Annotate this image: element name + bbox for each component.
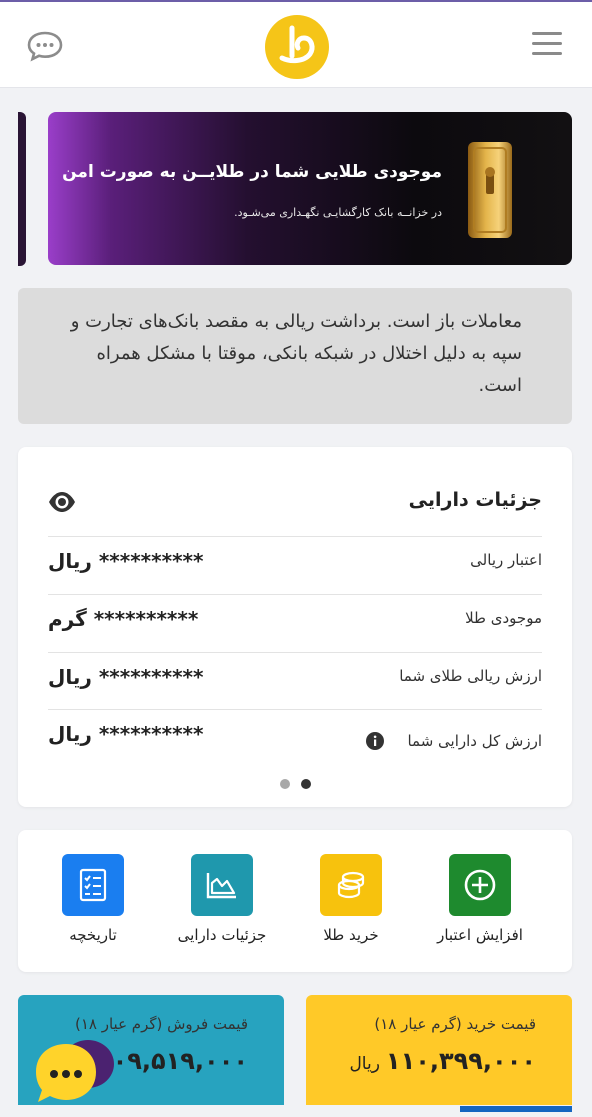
buy-price-amount: ۱۱۰,۳۹۹,۰۰۰ xyxy=(385,1047,536,1075)
plus-circle-icon xyxy=(449,854,511,916)
asset-row-gold-value: ارزش ریالی طلای شما ********** ریال xyxy=(48,652,542,709)
asset-row-value: ********** ریال xyxy=(48,665,204,689)
support-chat-icon[interactable] xyxy=(32,1034,116,1110)
action-label: جزئیات دارایی xyxy=(177,926,267,944)
buy-price-title: قیمت خرید (گرم عیار ۱۸) xyxy=(374,1015,536,1033)
list-icon xyxy=(62,854,124,916)
sell-price-value: ۱۰۹,۵۱۹,۰۰۰ xyxy=(97,1047,248,1075)
banner-slide-peek[interactable] xyxy=(18,112,26,266)
asset-row-value: ********** گرم xyxy=(48,607,199,631)
asset-row-gold-balance: موجودی طلا ********** گرم xyxy=(48,594,542,651)
banner-subtitle: در خزانــه بانک کارگشایـی نگهـداری می‌شـ… xyxy=(234,206,442,219)
notice-text: معاملات باز است. برداشت ریالی به مقصد با… xyxy=(70,311,522,396)
gold-logo-icon[interactable] xyxy=(264,14,330,80)
carousel-dot[interactable] xyxy=(280,779,290,789)
carousel-dots xyxy=(278,779,314,791)
buy-gold-button[interactable]: خرید طلا xyxy=(286,854,416,954)
hamburger-menu-icon[interactable] xyxy=(532,32,562,58)
buy-price-value: ۱۱۰,۳۹۹,۰۰۰ریال xyxy=(349,1047,536,1075)
gold-bar-image xyxy=(464,138,516,242)
quick-actions-card: افزایش اعتبار خرید طلا جزئیات دارایی تار… xyxy=(18,830,572,972)
buy-card-underline xyxy=(460,1106,572,1112)
increase-credit-button[interactable]: افزایش اعتبار xyxy=(415,854,545,954)
coins-icon xyxy=(320,854,382,916)
action-label: خرید طلا xyxy=(323,926,379,944)
asset-details-title: جزئیات دارایی xyxy=(408,489,542,511)
asset-row-value: ********** ریال xyxy=(48,549,204,573)
asset-row-value: ********** ریال xyxy=(48,722,204,746)
buy-price-unit: ریال xyxy=(349,1054,380,1074)
chat-bubble-icon[interactable] xyxy=(26,30,64,62)
sell-price-title: قیمت فروش (گرم عیار ۱۸) xyxy=(74,1015,248,1033)
asset-row-label: اعتبار ریالی xyxy=(470,551,542,569)
asset-details-button[interactable]: جزئیات دارایی xyxy=(157,854,287,954)
eye-icon[interactable] xyxy=(48,491,76,513)
asset-details-card: جزئیات دارایی اعتبار ریالی ********** ری… xyxy=(18,447,572,807)
app-header xyxy=(0,2,592,88)
action-label: تاریخچه xyxy=(69,926,117,944)
buy-price-card[interactable]: قیمت خرید (گرم عیار ۱۸) ۱۱۰,۳۹۹,۰۰۰ریال xyxy=(306,995,572,1105)
promo-banner[interactable]: موجودی طلایی شما در طلایــن به صورت امن … xyxy=(48,112,572,265)
asset-row-total-value: ارزش کل دارایی شما ********** ریال xyxy=(48,709,542,773)
chart-icon xyxy=(191,854,253,916)
banner-title: موجودی طلایی شما در طلایــن به صورت امن xyxy=(62,162,442,182)
asset-row-label: موجودی طلا xyxy=(465,609,542,627)
action-label: افزایش اعتبار xyxy=(437,926,523,944)
asset-row-label: ارزش کل دارایی شما xyxy=(407,732,542,750)
history-button[interactable]: تاریخچه xyxy=(28,854,158,954)
asset-row-rial-credit: اعتبار ریالی ********** ریال xyxy=(48,536,542,593)
trading-notice: معاملات باز است. برداشت ریالی به مقصد با… xyxy=(18,288,572,424)
info-icon[interactable] xyxy=(366,732,384,750)
asset-row-label: ارزش ریالی طلای شما xyxy=(399,667,542,685)
carousel-dot-active[interactable] xyxy=(301,779,311,789)
